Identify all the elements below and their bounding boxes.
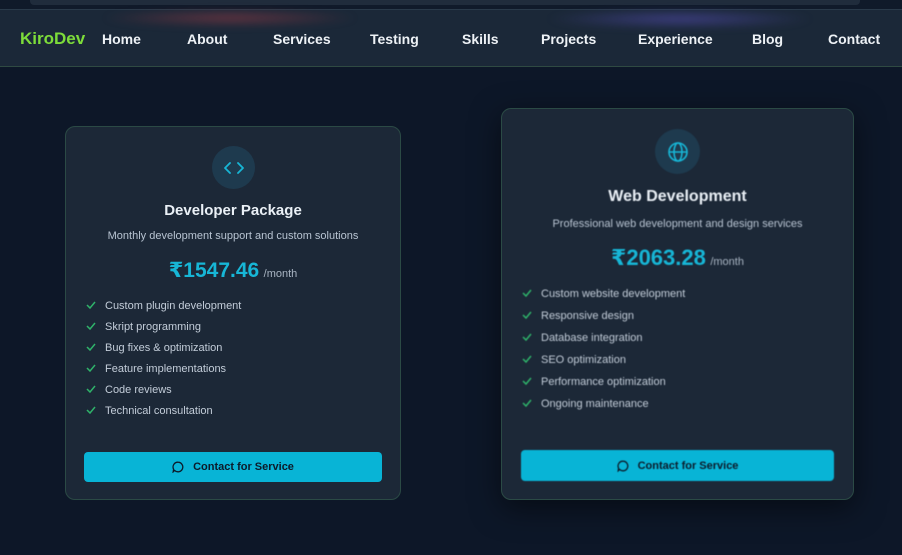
check-icon <box>86 363 96 375</box>
feature-item: Responsive design <box>522 305 685 327</box>
code-icon <box>223 161 244 174</box>
price-period: /month <box>710 256 744 268</box>
check-icon <box>522 332 532 344</box>
chat-icon <box>172 461 184 473</box>
card-description: Monthly development support and custom s… <box>107 230 359 242</box>
service-card-web: Web Development Professional web develop… <box>501 108 854 500</box>
logo[interactable]: KiroDev <box>20 10 85 68</box>
price: ₹1547.46 <box>168 259 260 282</box>
contact-for-service-button[interactable]: Contact for Service <box>521 450 834 481</box>
contact-for-service-button[interactable]: Contact for Service <box>84 452 382 482</box>
feature-item: Custom plugin development <box>86 295 241 316</box>
check-icon <box>522 288 532 300</box>
card-icon-wrap <box>655 129 700 174</box>
feature-item: Feature implementations <box>86 358 241 379</box>
feature-item: Code reviews <box>86 379 241 400</box>
card-title: Developer Package <box>164 202 302 219</box>
check-icon <box>86 321 96 333</box>
card-icon-wrap <box>212 146 255 189</box>
price-row: ₹2063.28 /month <box>502 245 853 271</box>
check-icon <box>86 384 96 396</box>
service-card-developer: Developer Package Monthly development su… <box>65 126 401 500</box>
check-icon <box>86 342 96 354</box>
check-icon <box>522 376 532 388</box>
feature-item: Bug fixes & optimization <box>86 337 241 358</box>
top-strip-bar <box>30 0 860 5</box>
feature-item: Ongoing maintenance <box>522 393 685 415</box>
button-label: Contact for Service <box>193 461 294 473</box>
feature-list: Custom website development Responsive de… <box>522 283 685 415</box>
card-title: Web Development <box>608 188 747 205</box>
check-icon <box>86 405 96 417</box>
top-strip <box>0 0 902 9</box>
price: ₹2063.28 <box>611 245 706 270</box>
check-icon <box>522 398 532 410</box>
button-label: Contact for Service <box>637 459 739 472</box>
nav-glow-red <box>100 9 360 27</box>
card-description: Professional web development and design … <box>552 218 803 230</box>
feature-item: SEO optimization <box>522 349 685 371</box>
chat-icon <box>616 460 629 472</box>
feature-item: Custom website development <box>522 283 685 305</box>
nav-testing[interactable]: Testing <box>370 10 419 68</box>
nav-skills[interactable]: Skills <box>462 10 499 68</box>
feature-item: Technical consultation <box>86 400 241 421</box>
nav-contact[interactable]: Contact <box>828 10 880 68</box>
globe-icon <box>667 141 688 162</box>
price-period: /month <box>263 268 298 280</box>
feature-item: Skript programming <box>86 316 241 337</box>
feature-list: Custom plugin development Skript program… <box>86 295 241 421</box>
check-icon <box>522 354 532 366</box>
check-icon <box>522 310 532 322</box>
feature-item: Performance optimization <box>522 371 685 393</box>
feature-item: Database integration <box>522 327 685 349</box>
nav-glow-purple <box>545 9 815 29</box>
price-row: ₹1547.46 /month <box>66 258 400 283</box>
check-icon <box>86 300 96 312</box>
